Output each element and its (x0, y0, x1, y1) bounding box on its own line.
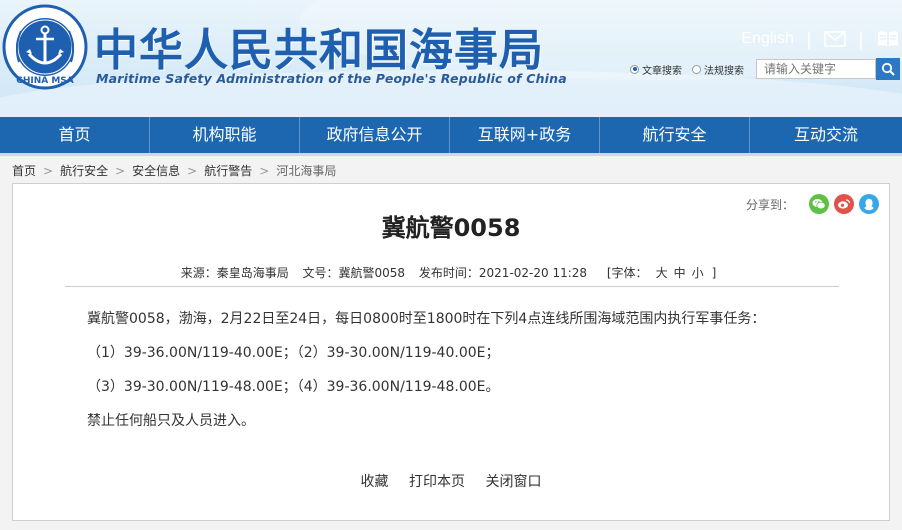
breadcrumb: 首页 > 航行安全 > 安全信息 > 航行警告 > 河北海事局 (12, 162, 336, 179)
nav-item-gov-info[interactable]: 政府信息公开 (300, 117, 450, 153)
search-button[interactable] (876, 58, 900, 80)
breadcrumb-separator: > (43, 164, 54, 178)
article-meta: 来源：秦皇岛海事局 文号：冀航警0058 发布时间：2021-02-20 11:… (13, 264, 889, 281)
font-size-close-bracket: ] (711, 266, 717, 280)
breadcrumb-safety-info[interactable]: 安全信息 (132, 164, 180, 178)
search-input[interactable] (756, 59, 876, 79)
article-source: 来源：秦皇岛海事局 (180, 266, 289, 280)
search-bar: 文章搜索 法规搜索 (630, 58, 900, 80)
article-title: 冀航警0058 (381, 214, 521, 242)
article-panel: 分享到： 冀航警0058 来源：秦皇岛海事局 文号：冀航警0058 发布时间：2… (12, 183, 890, 521)
article-actions: 收藏 打印本页 关闭窗口 (13, 471, 889, 491)
site-header: CHINA MSA 中华人民共和国海事局 Maritime Safety Adm… (0, 0, 902, 117)
meta-divider (65, 286, 839, 287)
msa-logo-icon[interactable]: CHINA MSA (2, 4, 88, 90)
font-size-label: [字体： (606, 266, 648, 280)
print-button[interactable]: 打印本页 (409, 474, 465, 490)
breadcrumb-separator: > (187, 164, 198, 178)
nav-item-interaction[interactable]: 互动交流 (750, 117, 902, 153)
article-body: 冀航警0058，渤海，2月22日至24日，每日0800时至1800时在下列4点连… (87, 308, 847, 444)
article-paragraph: 冀航警0058，渤海，2月22日至24日，每日0800时至1800时在下列4点连… (87, 311, 766, 327)
breadcrumb-separator: > (115, 164, 126, 178)
search-icon (881, 62, 895, 76)
font-size-control: [字体： 大中小] (602, 266, 721, 280)
breadcrumb-home[interactable]: 首页 (12, 164, 36, 178)
separator: | (805, 28, 812, 50)
nav-item-functions[interactable]: 机构职能 (150, 117, 300, 153)
article-paragraph: 禁止任何船只及人员进入。 (87, 413, 255, 429)
top-links: English | | (741, 26, 902, 52)
breadcrumb-nav-warnings[interactable]: 航行警告 (204, 164, 252, 178)
nav-item-home[interactable]: 首页 (0, 117, 150, 153)
article-paragraph: （1）39-36.00N/119-40.00E；（2）39-30.00N/119… (87, 345, 500, 361)
close-window-button[interactable]: 关闭窗口 (485, 474, 541, 490)
font-size-small-button[interactable]: 小 (692, 266, 704, 280)
nav-item-navigation-safety[interactable]: 航行安全 (600, 117, 750, 153)
site-title-cn: 中华人民共和国海事局 (94, 25, 544, 76)
search-option-regulations[interactable]: 法规搜索 (692, 62, 744, 77)
search-option-articles-label: 文章搜索 (642, 65, 682, 77)
breadcrumb-navigation-safety[interactable]: 航行安全 (60, 164, 108, 178)
english-link[interactable]: English (741, 30, 793, 48)
article-doc-number: 文号：冀航警0058 (302, 266, 406, 280)
logo-text: CHINA MSA (16, 76, 74, 86)
main-nav: 首页 机构职能 政府信息公开 互联网+政务 航行安全 互动交流 (0, 117, 902, 153)
separator: | (857, 28, 864, 50)
article-date: 发布时间：2021-02-20 11:28 (418, 266, 588, 280)
radio-selected-icon[interactable] (630, 64, 639, 74)
breadcrumb-current[interactable]: 河北海事局 (276, 164, 336, 178)
site-title-en: Maritime Safety Administration of the Pe… (96, 71, 567, 86)
mail-icon[interactable] (824, 31, 846, 47)
font-size-medium-button[interactable]: 中 (674, 266, 686, 280)
search-option-regulations-label: 法规搜索 (704, 65, 744, 77)
favorite-button[interactable]: 收藏 (361, 474, 389, 490)
nav-item-internet-gov[interactable]: 互联网+政务 (450, 117, 600, 153)
book-icon[interactable] (876, 29, 900, 49)
nav-underline (0, 153, 902, 156)
article-paragraph: （3）39-30.00N/119-48.00E；（4）39-36.00N/119… (87, 379, 500, 395)
breadcrumb-separator: > (259, 164, 270, 178)
font-size-large-button[interactable]: 大 (656, 266, 668, 280)
search-option-articles[interactable]: 文章搜索 (630, 62, 682, 77)
radio-unselected-icon[interactable] (692, 64, 701, 74)
